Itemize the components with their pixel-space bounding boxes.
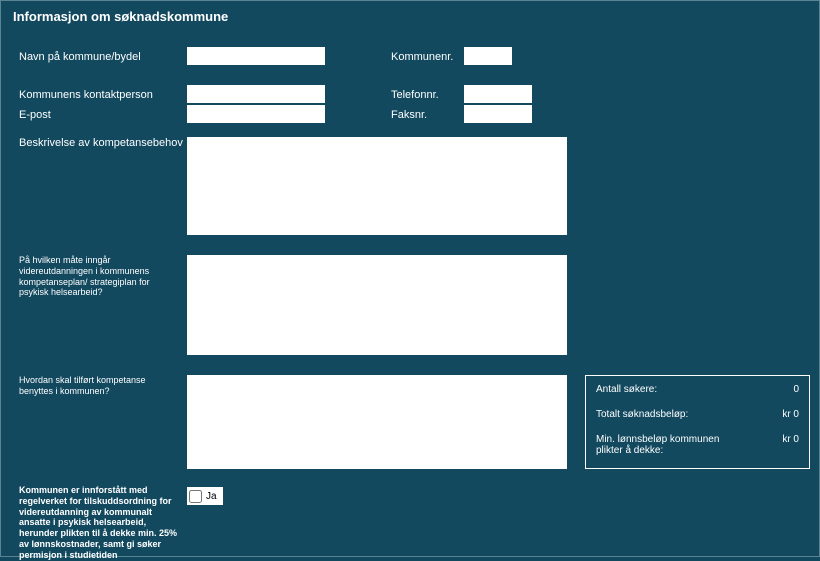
summary-sokere-label: Antall søkere: bbox=[596, 384, 657, 395]
summary-totalt-value: kr 0 bbox=[782, 409, 799, 420]
kommunenr-label: Kommunenr. bbox=[391, 51, 453, 63]
page-title: Informasjon om søknadskommune bbox=[1, 1, 819, 24]
regelverk-label: Kommunen er innforstått med regelverket … bbox=[19, 485, 179, 561]
navn-input[interactable] bbox=[187, 47, 325, 65]
summary-min-value: kr 0 bbox=[782, 434, 799, 445]
ja-checkbox-wrap[interactable]: Ja bbox=[187, 487, 223, 505]
ja-checkbox[interactable] bbox=[189, 490, 202, 503]
kontakt-label: Kommunens kontaktperson bbox=[19, 89, 153, 101]
plan-textarea[interactable] bbox=[187, 255, 567, 355]
beskrivelse-textarea[interactable] bbox=[187, 137, 567, 235]
plan-label: På hvilken måte inngår videreutdanningen… bbox=[19, 255, 169, 298]
telefon-input[interactable] bbox=[464, 85, 532, 103]
ja-label: Ja bbox=[206, 491, 217, 502]
telefon-label: Telefonnr. bbox=[391, 89, 439, 101]
epost-input[interactable] bbox=[187, 105, 325, 123]
summary-box: Antall søkere: 0 Totalt søknadsbeløp: kr… bbox=[585, 375, 810, 469]
summary-sokere-value: 0 bbox=[793, 384, 799, 395]
navn-label: Navn på kommune/bydel bbox=[19, 51, 141, 63]
epost-label: E-post bbox=[19, 109, 51, 121]
faks-input[interactable] bbox=[464, 105, 532, 123]
benyttes-label: Hvordan skal tilført kompetanse benyttes… bbox=[19, 375, 179, 397]
kommunenr-input[interactable] bbox=[464, 47, 512, 65]
beskrivelse-label: Beskrivelse av kompetansebehov bbox=[19, 137, 183, 149]
summary-min-label: Min. lønnsbeløp kommunen plikter å dekke… bbox=[596, 434, 746, 456]
benyttes-textarea[interactable] bbox=[187, 375, 567, 469]
summary-totalt-label: Totalt søknadsbeløp: bbox=[596, 409, 688, 420]
kontakt-input[interactable] bbox=[187, 85, 325, 103]
faks-label: Faksnr. bbox=[391, 109, 427, 121]
